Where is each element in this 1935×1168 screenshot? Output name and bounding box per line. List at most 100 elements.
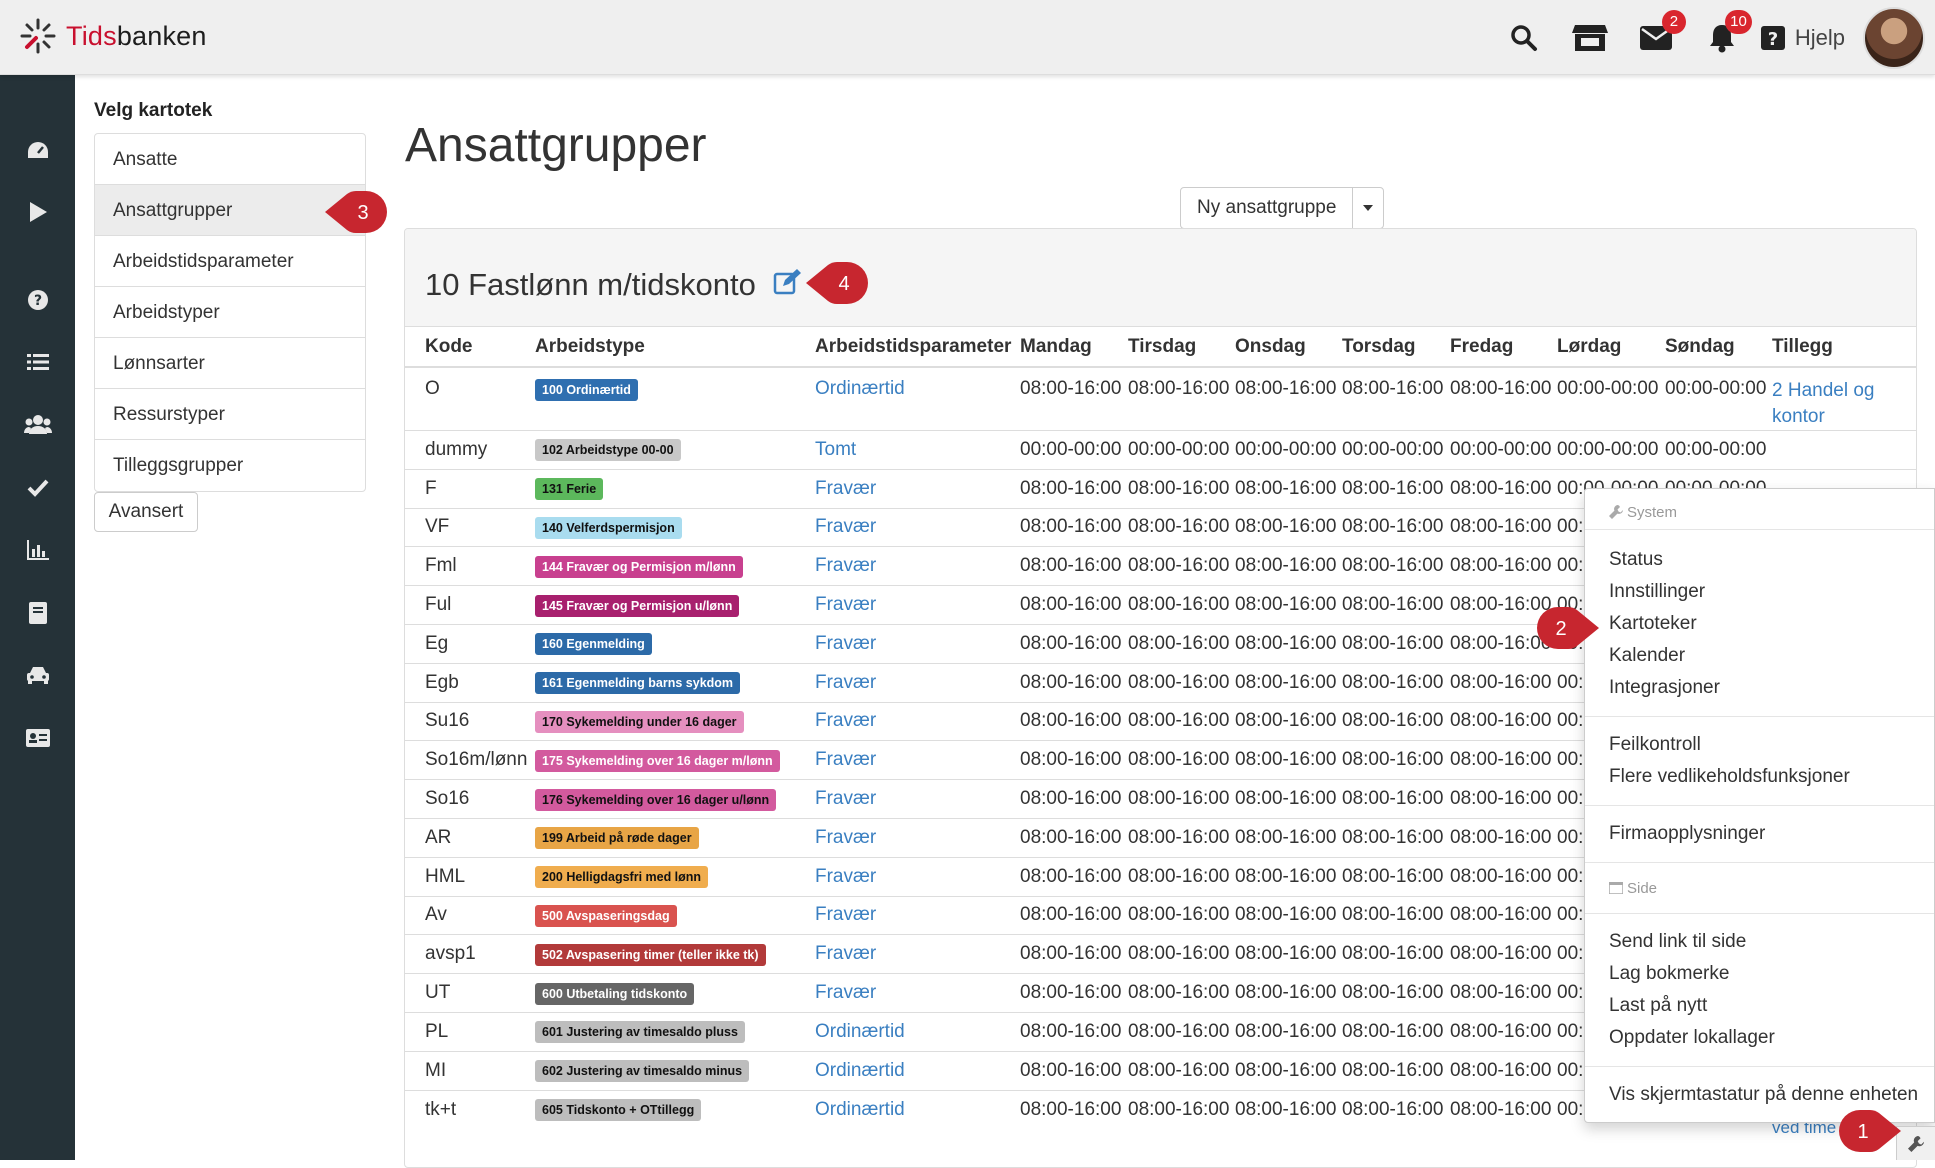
- day-hours: 00:00-00:00: [1430, 430, 1551, 470]
- menu-item-status[interactable]: Status: [1585, 544, 1934, 576]
- row-param: Fravær: [795, 973, 1000, 1013]
- menu-item-vedlikehold[interactable]: Flere vedlikeholdsfunksjoner: [1585, 761, 1934, 793]
- notifications-button[interactable]: 10: [1704, 9, 1752, 56]
- param-link[interactable]: Fravær: [815, 943, 876, 964]
- param-link[interactable]: Tomt: [815, 439, 856, 460]
- row-extra: 2 Handel og kontor: [1752, 366, 1916, 431]
- menu-item-innstillinger[interactable]: Innstillinger: [1585, 576, 1934, 608]
- param-link[interactable]: Fravær: [815, 866, 876, 887]
- nav-car[interactable]: [0, 655, 75, 695]
- menu-item-firmaopplysninger[interactable]: Firmaopplysninger: [1585, 818, 1934, 850]
- extra-link[interactable]: 2 Handel og kontor: [1772, 378, 1916, 430]
- column-header[interactable]: Torsdag: [1322, 327, 1430, 368]
- day-hours: 08:00-16:00: [1430, 934, 1551, 974]
- kartotek-item-tilleggsgrupper[interactable]: Tilleggsgrupper: [95, 440, 365, 491]
- day-hours: 08:00-16:00: [1000, 701, 1121, 741]
- day-hours: 08:00-16:00: [1108, 817, 1229, 858]
- row-param: Ordinærtid: [795, 1050, 1000, 1091]
- day-hours: 08:00-16:00: [1108, 468, 1229, 509]
- kartotek-item-arbeidstidsparameter[interactable]: Arbeidstidsparameter: [95, 236, 365, 287]
- help-button[interactable]: ? Hjelp: [1760, 25, 1845, 51]
- row-param: Ordinærtid: [795, 366, 1000, 431]
- logo[interactable]: Tidsbanken: [18, 16, 207, 56]
- mail-count-badge: 2: [1661, 9, 1686, 34]
- param-link[interactable]: Ordinærtid: [815, 1099, 905, 1120]
- nav-dashboard[interactable]: [0, 130, 75, 170]
- row-param: Fravær: [795, 662, 1000, 703]
- param-link[interactable]: Fravær: [815, 555, 876, 576]
- table-row[interactable]: O 100 Ordinærtid Ordinærtid 08:00-16:00 08:0…: [405, 366, 1916, 431]
- nav-list[interactable]: [0, 342, 75, 382]
- column-header[interactable]: Onsdag: [1215, 327, 1322, 368]
- nav-users[interactable]: [0, 404, 75, 444]
- new-group-button[interactable]: Ny ansattgruppe: [1181, 188, 1354, 228]
- menu-item-send-link[interactable]: Send link til side: [1585, 926, 1934, 958]
- param-link[interactable]: Fravær: [815, 982, 876, 1003]
- row-worktype: 140 Velferdspermisjon: [515, 507, 795, 547]
- store-button[interactable]: [1571, 20, 1608, 56]
- column-header[interactable]: Lørdag: [1537, 327, 1645, 368]
- nav-book[interactable]: [0, 593, 75, 633]
- svg-text:?: ?: [1768, 29, 1778, 50]
- param-link[interactable]: Fravær: [815, 827, 876, 848]
- param-link[interactable]: Ordinærtid: [815, 378, 905, 399]
- param-link[interactable]: Fravær: [815, 749, 876, 770]
- mail-button[interactable]: 2: [1638, 9, 1686, 56]
- column-header[interactable]: Arbeidstidsparameter: [795, 327, 1011, 368]
- menu-divider: [1585, 913, 1934, 914]
- param-link[interactable]: Ordinærtid: [815, 1021, 905, 1042]
- menu-item-skjermtastatur[interactable]: Vis skjermtastatur på denne enheten: [1585, 1079, 1934, 1111]
- row-worktype: 131 Ferie: [515, 468, 795, 509]
- param-link[interactable]: Fravær: [815, 633, 876, 654]
- avatar[interactable]: [1863, 6, 1925, 69]
- param-link[interactable]: Fravær: [815, 478, 876, 499]
- menu-item-feilkontroll[interactable]: Feilkontroll: [1585, 729, 1934, 761]
- day-hours: 08:00-16:00: [1108, 1089, 1229, 1129]
- menu-item-oppdater-lokallager[interactable]: Oppdater lokallager: [1585, 1022, 1934, 1054]
- nav-approve[interactable]: [0, 468, 75, 508]
- search-button[interactable]: [1506, 20, 1542, 56]
- column-header[interactable]: Mandag: [1000, 327, 1108, 368]
- advanced-button[interactable]: Avansert: [94, 492, 198, 532]
- column-header[interactable]: Tillegg: [1752, 327, 1916, 368]
- param-link[interactable]: Fravær: [815, 904, 876, 925]
- row-code: So16: [405, 779, 515, 819]
- menu-item-last-pa-nytt[interactable]: Last på nytt: [1585, 990, 1934, 1022]
- column-header[interactable]: Arbeidstype: [515, 327, 795, 368]
- nav-reports[interactable]: [0, 530, 75, 570]
- kartotek-item-ressurstyper[interactable]: Ressurstyper: [95, 389, 365, 440]
- edit-icon[interactable]: [773, 269, 803, 295]
- kartotek-item-arbeidstyper[interactable]: Arbeidstyper: [95, 287, 365, 338]
- day-hours: 08:00-16:00: [1108, 662, 1229, 703]
- column-header[interactable]: Kode: [405, 327, 515, 368]
- param-link[interactable]: Fravær: [815, 594, 876, 615]
- svg-text:?: ?: [33, 293, 41, 309]
- column-header[interactable]: Tirsdag: [1108, 327, 1215, 368]
- day-hours: 08:00-16:00: [1108, 856, 1229, 897]
- param-link[interactable]: Ordinærtid: [815, 1060, 905, 1081]
- menu-item-kalender[interactable]: Kalender: [1585, 640, 1934, 672]
- kartotek-item-lonnsarter[interactable]: Lønnsarter: [95, 338, 365, 389]
- param-link[interactable]: Fravær: [815, 710, 876, 731]
- param-link[interactable]: Fravær: [815, 516, 876, 537]
- nav-id-card[interactable]: [0, 718, 75, 758]
- help-icon: ?: [1760, 25, 1785, 50]
- column-header[interactable]: Fredag: [1430, 327, 1537, 368]
- menu-item-integrasjoner[interactable]: Integrasjoner: [1585, 672, 1934, 704]
- new-group-dropdown-toggle[interactable]: [1353, 188, 1383, 228]
- nav-play[interactable]: [0, 192, 75, 232]
- store-icon: [1571, 24, 1608, 51]
- menu-item-bokmerke[interactable]: Lag bokmerke: [1585, 958, 1934, 990]
- worktype-label: 200 Helligdagsfri med lønn: [535, 866, 709, 889]
- param-link[interactable]: Fravær: [815, 788, 876, 809]
- day-hours: 08:00-16:00: [1430, 662, 1551, 703]
- column-header[interactable]: Søndag: [1645, 327, 1752, 368]
- worktype-label: 601 Justering av timesaldo pluss: [535, 1021, 745, 1044]
- menu-item-kartoteker[interactable]: Kartoteker: [1585, 608, 1934, 640]
- nav-help[interactable]: ?: [0, 280, 75, 320]
- kartotek-item-ansatte[interactable]: Ansatte: [95, 134, 365, 185]
- table-row[interactable]: dummy 102 Arbeidstype 00-00 Tomt 00:00-00:0…: [405, 430, 1916, 470]
- menu-divider: [1585, 529, 1934, 530]
- param-link[interactable]: Fravær: [815, 672, 876, 693]
- row-code: VF: [405, 507, 515, 547]
